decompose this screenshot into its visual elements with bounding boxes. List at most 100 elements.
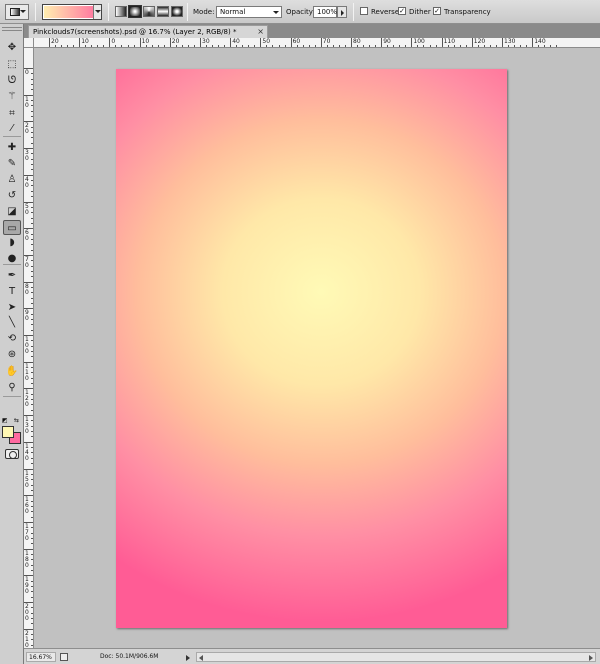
opacity-slider-toggle[interactable] [337,6,347,18]
opacity-label: Opacity: [286,8,315,16]
ruler-label: 80 [353,38,361,45]
history-brush-tool-icon[interactable]: ↺ [3,188,21,203]
zoom-field[interactable]: 16.67% [26,652,56,662]
eyedropper-tool-icon[interactable]: ⁄ [3,121,21,136]
ruler-tick [502,38,503,47]
ruler-tick [230,38,232,47]
angle-gradient-button[interactable] [143,6,155,17]
horizontal-scrollbar[interactable] [196,652,596,662]
magic-wand-tool-icon[interactable]: ⚚ [3,89,21,104]
swap-colors-icon[interactable]: ⇆ [14,417,19,424]
canvas-pasteboard[interactable] [34,48,600,648]
ruler-label: 30 [202,38,210,45]
3d-orbit-tool-icon[interactable]: ⊛ [3,347,21,362]
ruler-label: 80 [25,282,29,296]
path-selection-tool-icon[interactable]: ➤ [3,300,21,315]
ruler-label: 190 [25,576,29,596]
opacity-field[interactable]: 100% [313,6,337,18]
ruler-label: 90 [383,38,391,45]
blend-mode-select[interactable]: Normal [216,6,282,18]
ruler-tick [139,38,141,47]
chevron-down-icon[interactable] [93,5,101,19]
crop-tool-icon[interactable]: ⌗ [3,106,21,121]
toolbox-divider [3,396,21,397]
dither-label: Dither [409,8,431,16]
toolbox-divider [3,264,21,265]
options-divider [108,3,109,21]
close-icon[interactable]: × [257,27,264,37]
ruler-label: 160 [25,496,29,516]
brush-tool-icon[interactable]: ✎ [3,156,21,171]
marquee-tool-icon[interactable]: ⬚ [3,57,21,72]
ruler-label: 30 [25,149,29,163]
line-tool-icon[interactable]: ╲ [3,315,21,330]
healing-brush-tool-icon[interactable]: ✚ [3,140,21,155]
ruler-label: 60 [292,38,301,45]
ruler-label: 130 [25,416,29,436]
scroll-left-icon[interactable] [199,655,203,661]
ruler-label: 140 [534,38,546,45]
reverse-checkbox[interactable] [360,7,368,15]
ruler-label: 150 [25,469,29,489]
eraser-tool-icon[interactable]: ◪ [3,204,21,219]
horizontal-ruler[interactable]: 20 10 0 10 20 30 40 50 60 70 80 90 100 110 120 130 140 [34,38,600,48]
lasso-tool-icon[interactable]: ᘎ [3,73,21,88]
pen-tool-icon[interactable]: ✒ [3,268,21,283]
ruler-label: 210 [25,629,29,648]
ruler-tick [532,38,534,47]
ruler-label: 100 [25,336,29,355]
ruler-label: 0 [111,38,116,45]
ruler-tick [411,38,413,47]
clone-stamp-tool-icon[interactable]: ♙ [3,172,21,187]
chevron-down-icon [20,10,26,13]
ruler-label: 180 [25,549,29,569]
ruler-tick [290,38,292,47]
blur-tool-icon[interactable]: ◗ [3,235,21,250]
ruler-label: 90 [25,309,29,323]
ruler-label: 170 [25,522,29,542]
ruler-label: 70 [25,255,29,269]
ruler-tick [441,38,443,47]
dither-checkbox[interactable]: ✓ [398,7,406,15]
gradient-tool-icon[interactable]: ▭ [3,220,21,235]
transparency-checkbox[interactable]: ✓ [433,7,441,15]
ruler-label: 70 [322,38,331,45]
diamond-gradient-button[interactable] [171,6,183,17]
document-tab[interactable]: Pinkclouds7(screenshots).psd @ 16.7% (La… [28,25,268,38]
toolbox: ◩ ⇆ ✥ ⬚ ᘎ ⚚ ⌗ ⁄ ✚ ✎ ♙ ↺ ◪ ▭ ◗ ● ✒ T ➤ ╲ ⟲ ⊛ ✋ ⚲ [0,24,24,664]
ruler-tick [260,38,262,47]
ruler-origin[interactable] [24,38,34,48]
3d-rotate-tool-icon[interactable]: ⟲ [3,331,21,346]
ruler-label: 20 [25,122,29,136]
linear-gradient-button[interactable] [115,6,127,17]
foreground-color-swatch[interactable] [2,426,14,438]
reflected-gradient-button[interactable] [157,6,169,17]
ruler-label: 10 [25,95,29,109]
document-tab-title: Pinkclouds7(screenshots).psd @ 16.7% (La… [33,28,237,36]
zoom-tool-icon[interactable]: ⚲ [3,380,21,395]
type-tool-icon[interactable]: T [3,284,21,299]
ruler-label: 0 [25,69,29,76]
status-menu-arrow-icon[interactable] [186,655,190,661]
scroll-right-icon[interactable] [589,655,593,661]
toolbox-grip[interactable] [2,27,22,31]
status-info-icon[interactable] [60,653,68,661]
ruler-label: 120 [25,389,29,409]
move-tool-icon[interactable]: ✥ [3,40,21,55]
reverse-label: Reverse [371,8,400,16]
tool-preset-picker[interactable] [5,4,29,20]
toolbox-divider [3,136,21,137]
opacity-value: 100% [317,8,338,16]
options-bar: Mode: Normal Opacity: 100% Reverse ✓ Dit… [0,0,600,24]
default-colors-icon[interactable]: ◩ [2,417,8,424]
ruler-tick [351,38,352,47]
transparency-label: Transparency [444,8,491,16]
ruler-label: 20 [51,38,59,45]
ruler-label: 100 [413,38,425,45]
radial-gradient-button[interactable] [128,5,142,18]
quick-mask-button[interactable] [5,449,19,459]
document-canvas[interactable] [116,69,507,628]
gradient-picker[interactable] [42,4,102,20]
vertical-ruler[interactable]: 0 10 20 30 40 50 60 70 80 90 100 110 120 130 140 150 160… [24,48,34,648]
hand-tool-icon[interactable]: ✋ [3,364,21,379]
